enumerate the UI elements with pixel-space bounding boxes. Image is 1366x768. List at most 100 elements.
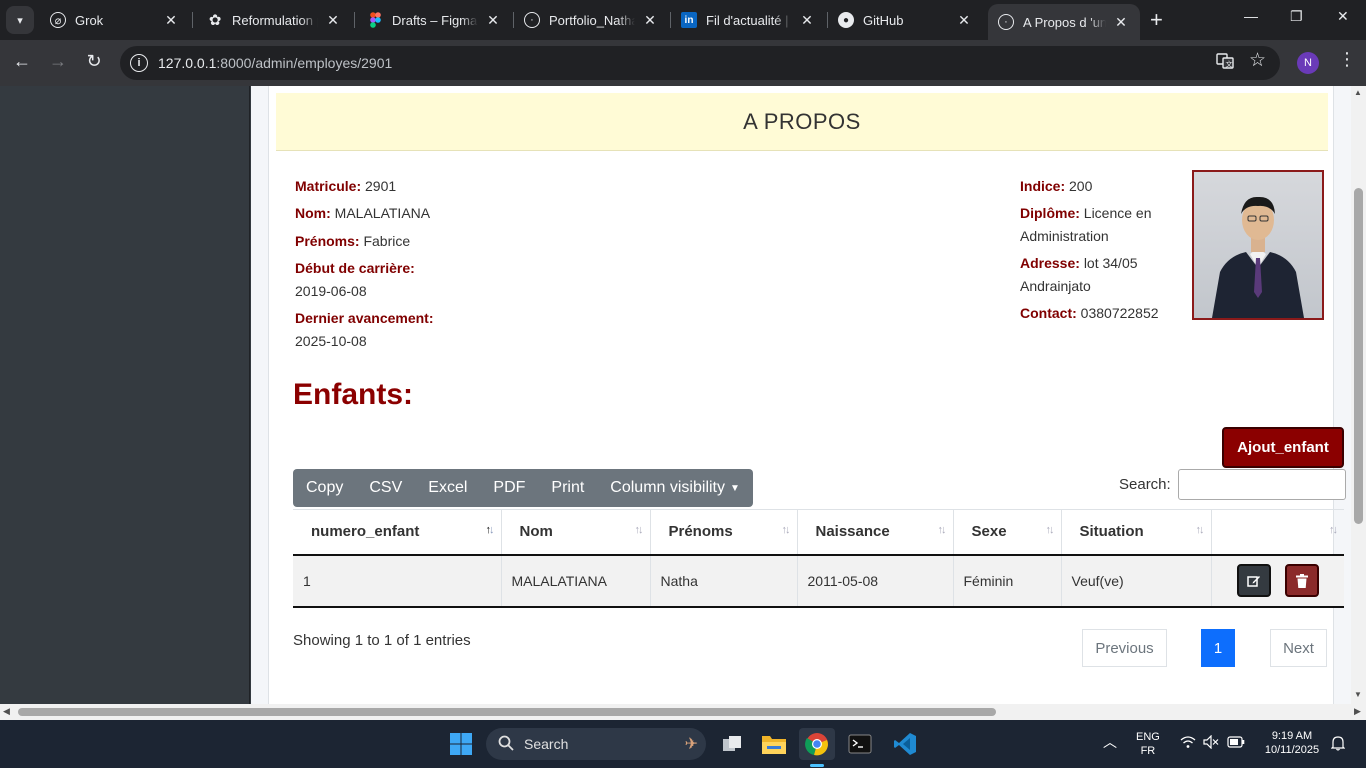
scroll-right-icon[interactable]: ▶ — [1354, 706, 1361, 717]
field-prenoms: Prénoms: Fabrice — [295, 233, 411, 249]
close-window-icon[interactable]: ✕ — [1337, 8, 1349, 25]
previous-page-button[interactable]: Previous — [1082, 629, 1167, 667]
scroll-down-icon[interactable]: ▼ — [1354, 690, 1362, 699]
horizontal-scrollbar[interactable]: ◀ ▶ — [0, 704, 1366, 720]
tab-reformulation[interactable]: ✿ Reformulation p ✕ — [197, 4, 352, 36]
field-matricule: Matricule: 2901 — [295, 178, 397, 194]
tab-title: Portfolio_Nathal — [549, 12, 635, 28]
column-header-nom[interactable]: Nom ↑↓ — [501, 509, 651, 556]
profile-avatar[interactable]: N — [1297, 52, 1319, 74]
back-icon[interactable]: ← — [10, 51, 34, 72]
page-1-button[interactable]: 1 — [1201, 629, 1235, 667]
tab-search-menu-icon[interactable]: ▾ — [6, 6, 34, 34]
tab-github[interactable]: ● GitHub ✕ — [828, 4, 983, 36]
tab-title: GitHub — [863, 12, 904, 28]
pdf-button[interactable]: PDF — [480, 469, 538, 507]
cell-numero-enfant: 1 — [293, 554, 502, 608]
tab-title: Fil d'actualité | L — [706, 12, 792, 28]
edit-button[interactable] — [1236, 564, 1271, 597]
menu-kebab-icon[interactable]: ⋮ — [1338, 49, 1356, 70]
sort-icon: ↑↓ — [634, 524, 644, 536]
print-button[interactable]: Print — [538, 469, 597, 507]
page-title: A PROPOS — [276, 93, 1328, 151]
new-tab-button[interactable]: + — [1150, 9, 1163, 31]
tab-portfolio[interactable]: · Portfolio_Nathal ✕ — [514, 4, 669, 36]
figma-icon — [367, 12, 383, 28]
close-icon[interactable]: ✕ — [641, 12, 659, 29]
taskbar-search[interactable]: Search ✈ — [486, 728, 706, 760]
horizontal-scroll-thumb[interactable] — [18, 708, 996, 716]
tab-a-propos-active[interactable]: · A Propos d 'un e ✕ — [988, 4, 1140, 40]
vertical-scroll-thumb[interactable] — [1354, 188, 1363, 524]
cell-situation: Veuf(ve) — [1061, 554, 1212, 608]
forward-icon[interactable]: → — [46, 51, 70, 72]
search-icon — [498, 735, 514, 754]
field-indice: Indice: 200 — [1020, 178, 1093, 194]
battery-icon[interactable] — [1227, 736, 1245, 752]
tab-linkedin[interactable]: in Fil d'actualité | L ✕ — [671, 4, 826, 36]
vscode-icon[interactable] — [887, 728, 923, 760]
close-icon[interactable]: ✕ — [1112, 14, 1130, 31]
search-input[interactable] — [1177, 469, 1346, 500]
reload-icon[interactable]: ↻ — [82, 51, 106, 72]
cell-prenoms: Natha — [650, 554, 798, 608]
close-icon[interactable]: ✕ — [162, 12, 180, 29]
column-header-numero-enfant[interactable]: numero_enfant ↑↓ — [293, 509, 502, 556]
clock[interactable]: 9:19 AM 10/11/2025 — [1258, 729, 1326, 757]
windows-start-icon[interactable] — [443, 728, 479, 760]
add-child-button[interactable]: Ajout_enfant — [1222, 427, 1344, 468]
bookmark-star-icon[interactable]: ☆ — [1249, 49, 1266, 72]
chrome-icon[interactable] — [799, 728, 835, 760]
trash-icon — [1295, 573, 1308, 588]
sort-icon: ↑↓ — [1195, 524, 1205, 536]
column-header-naissance[interactable]: Naissance ↑↓ — [797, 509, 954, 556]
translate-icon[interactable]: 文 — [1216, 52, 1234, 75]
file-explorer-icon[interactable] — [756, 728, 792, 760]
language-indicator[interactable]: ENG FR — [1136, 730, 1160, 758]
sort-icon: ↑↓ — [1045, 524, 1055, 536]
admin-sidebar — [0, 86, 250, 704]
column-header-situation[interactable]: Situation ↑↓ — [1061, 509, 1212, 556]
csv-button[interactable]: CSV — [356, 469, 415, 507]
field-diplome: Diplôme: Licence en Administration — [1020, 205, 1152, 244]
show-hidden-icons[interactable]: ︿ — [1103, 735, 1117, 749]
restore-icon[interactable]: ❐ — [1290, 8, 1303, 25]
field-debut-carriere: Début de carrière: 2019-06-08 — [295, 260, 415, 299]
close-icon[interactable]: ✕ — [798, 12, 816, 29]
close-icon[interactable]: ✕ — [324, 12, 342, 29]
excel-button[interactable]: Excel — [415, 469, 480, 507]
wifi-icon[interactable] — [1180, 735, 1196, 751]
tab-grok[interactable]: ⌀ Grok ✕ — [40, 4, 190, 36]
copy-button[interactable]: Copy — [293, 469, 356, 507]
column-visibility-button[interactable]: Column visibility ▼ — [597, 469, 753, 507]
column-header-prenoms[interactable]: Prénoms ↑↓ — [650, 509, 798, 556]
next-page-button[interactable]: Next — [1270, 629, 1327, 667]
url-text: 127.0.0.1:8000/admin/employes/2901 — [158, 55, 393, 71]
column-header-actions[interactable]: ↑↓ — [1211, 509, 1344, 556]
cell-sexe: Féminin — [953, 554, 1062, 608]
vertical-scrollbar[interactable]: ▲ ▼ — [1351, 86, 1366, 704]
close-icon[interactable]: ✕ — [484, 12, 502, 29]
field-nom: Nom: MALALATIANA — [295, 205, 431, 221]
close-icon[interactable]: ✕ — [955, 12, 973, 29]
table-header-row: numero_enfant ↑↓ Nom ↑↓ Prénoms ↑↓ Naissanc… — [293, 509, 1344, 556]
address-bar[interactable]: i 127.0.0.1:8000/admin/employes/2901 — [120, 46, 1280, 80]
windows-taskbar: Search ✈ ︿ ENG FR 9:19 AM 10/11/2025 — [0, 720, 1366, 768]
column-header-sexe[interactable]: Sexe ↑↓ — [953, 509, 1062, 556]
notification-bell-icon[interactable] — [1330, 735, 1346, 755]
scroll-up-icon[interactable]: ▲ — [1354, 88, 1362, 97]
tab-title: Drafts – Figma — [392, 12, 478, 28]
tab-figma[interactable]: Drafts – Figma ✕ — [357, 4, 512, 36]
task-view-icon[interactable] — [714, 728, 750, 760]
enfants-heading: Enfants: — [293, 378, 413, 411]
delete-button[interactable] — [1284, 564, 1319, 597]
browser-tab-strip: ▾ ⌀ Grok ✕ ✿ Reformulation p ✕ Drafts – … — [0, 0, 1366, 40]
globe-icon: · — [998, 14, 1014, 30]
volume-muted-icon[interactable] — [1203, 734, 1219, 753]
scroll-left-icon[interactable]: ◀ — [3, 706, 10, 717]
minimize-icon[interactable]: — — [1244, 8, 1258, 24]
cell-actions — [1211, 554, 1344, 608]
search-label: Search: — [1119, 476, 1171, 493]
terminal-icon[interactable] — [842, 728, 878, 760]
site-info-icon[interactable]: i — [130, 54, 148, 72]
